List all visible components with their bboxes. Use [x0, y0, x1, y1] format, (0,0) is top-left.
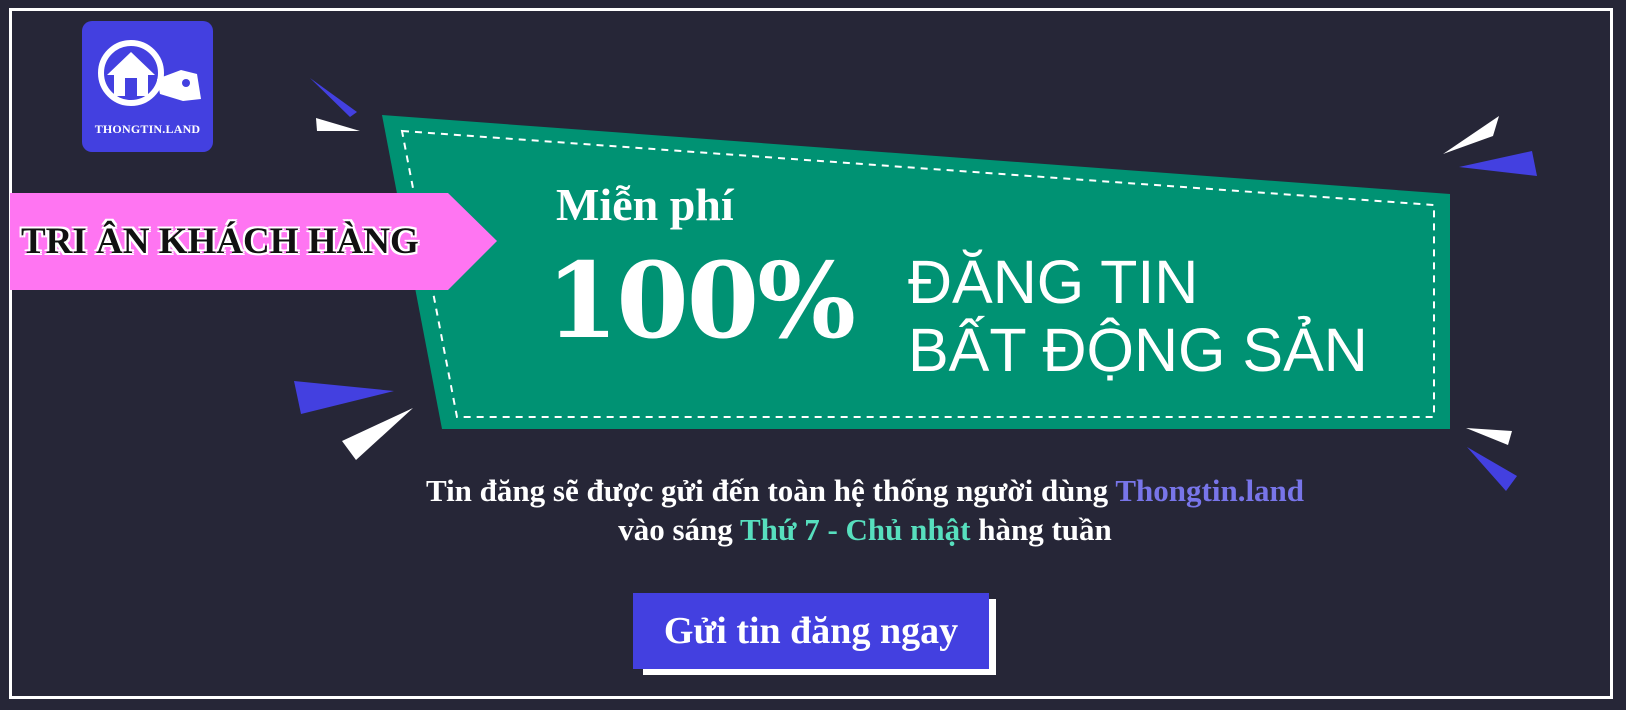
headline: ĐĂNG TIN BẤT ĐỘNG SẢN [908, 248, 1368, 384]
promo-message: Tin đăng sẽ được gửi đến toàn hệ thống n… [410, 471, 1320, 549]
top-left-white-spark-icon [316, 118, 360, 131]
logo-text: THONGTIN.LAND [94, 122, 201, 136]
schedule-suffix: hàng tuần [970, 512, 1112, 547]
headline-line-1: ĐĂNG TIN [908, 248, 1199, 316]
bottom-right-blue-spark-icon [1467, 447, 1517, 491]
headline-line-2: BẤT ĐỘNG SẢN [908, 316, 1368, 384]
discount-percentage: 100% [546, 239, 856, 362]
free-label: Miễn phí [556, 179, 734, 230]
top-right-white-spark-icon [1443, 116, 1499, 154]
top-right-blue-spark-icon [1459, 151, 1537, 176]
bottom-right-white-spark-icon [1466, 428, 1512, 445]
promo-message-line-2: vào sáng Thứ 7 - Chủ nhật hàng tuần [410, 510, 1320, 549]
top-left-blue-spark-icon [310, 78, 357, 117]
schedule-prefix: vào sáng [618, 512, 740, 547]
bottom-left-blue-spark-icon [294, 381, 394, 414]
schedule-days: Thứ 7 - Chủ nhật [739, 512, 971, 547]
promo-message-line-1: Tin đăng sẽ được gửi đến toàn hệ thống n… [410, 471, 1320, 510]
send-listing-button[interactable]: Gửi tin đăng ngay [633, 593, 989, 669]
ribbon-text: TRI ÂN KHÁCH HÀNG [21, 221, 419, 262]
house-search-icon [98, 40, 201, 106]
thongtin-land-logo: THONGTIN.LAND [82, 21, 213, 152]
bottom-left-white-spark-icon [342, 408, 413, 460]
brand-name: Thongtin.land [1115, 473, 1305, 508]
promo-banner: TRI ÂN KHÁCH HÀNG THONGTIN.LAND Miễn phí… [0, 0, 1626, 710]
promo-message-prefix: Tin đăng sẽ được gửi đến toàn hệ thống n… [425, 473, 1116, 508]
